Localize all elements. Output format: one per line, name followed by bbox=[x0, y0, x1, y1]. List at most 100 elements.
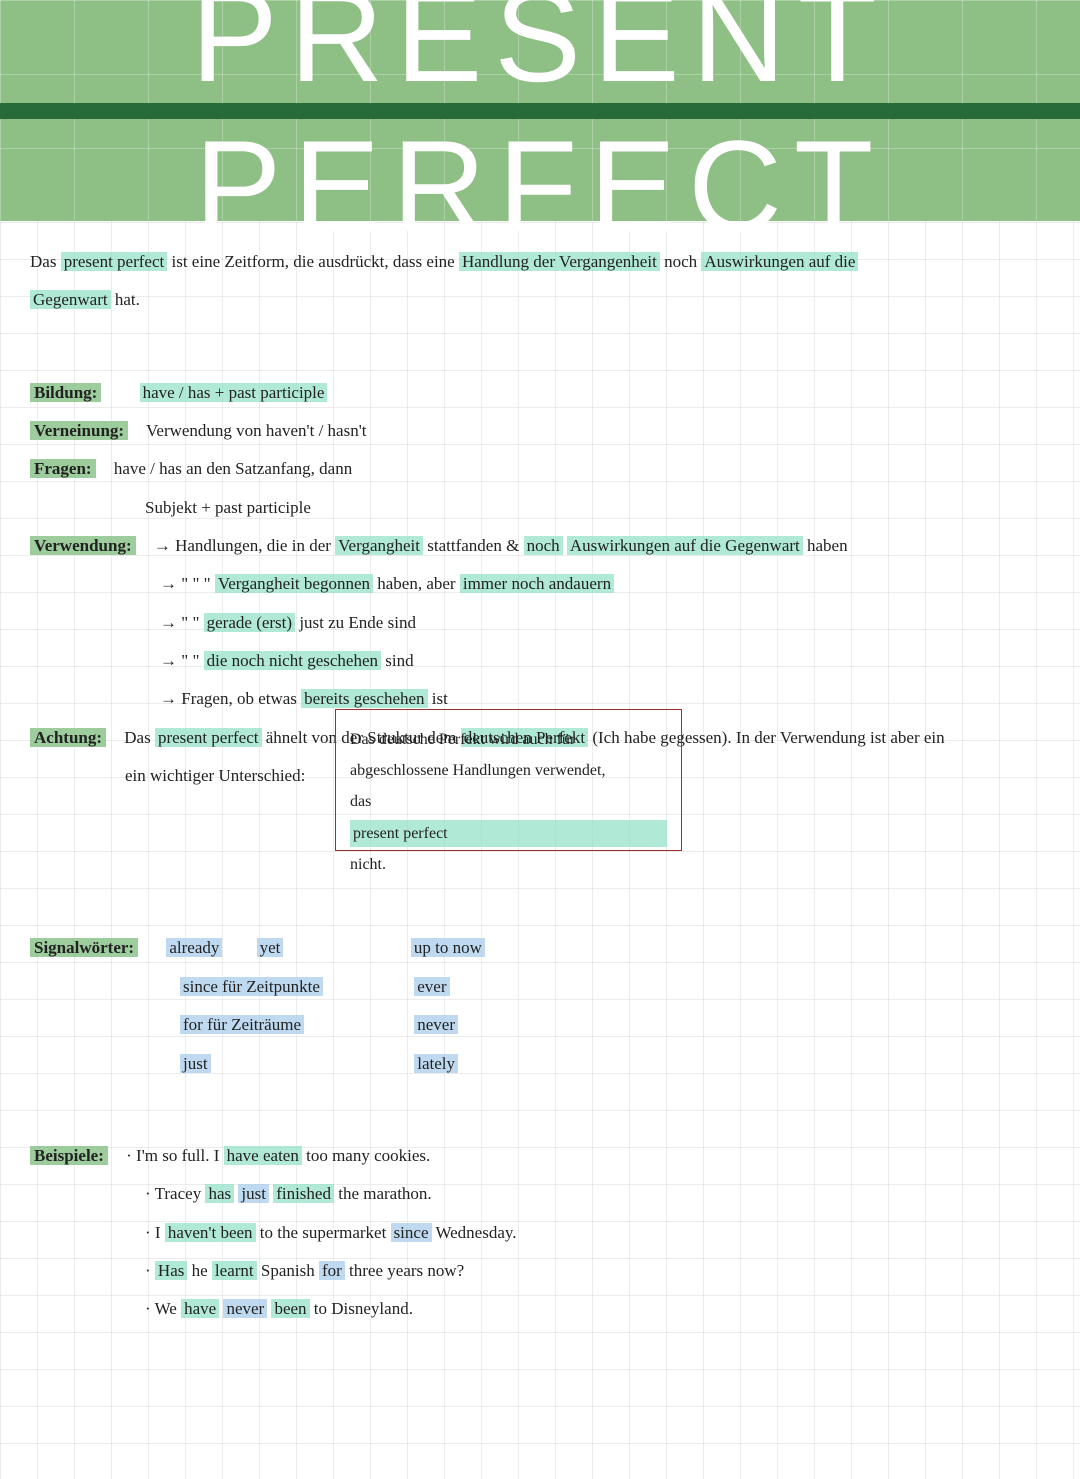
text: Spanish bbox=[261, 1261, 315, 1280]
text: just zu Ende sind bbox=[299, 613, 416, 632]
signal-word: already bbox=[166, 938, 222, 957]
fragen-2: Subjekt + past participle bbox=[145, 495, 1050, 521]
text: the marathon. bbox=[338, 1184, 431, 1203]
hl: have / has + past participle bbox=[140, 383, 328, 402]
verneinung: Verneinung: Verwendung von haven't / has… bbox=[30, 418, 1050, 444]
text: stattfanden & bbox=[427, 536, 519, 555]
text: ein wichtiger Unterschied: bbox=[125, 766, 305, 785]
text: abgeschlossene Handlungen verwendet, bbox=[350, 757, 667, 784]
text: ist bbox=[432, 689, 448, 708]
text: → Fragen, ob etwas bbox=[160, 689, 297, 708]
signal-word: never bbox=[414, 1015, 458, 1034]
signal-word: since für Zeitpunkte bbox=[180, 977, 323, 996]
section-label: Verwendung: bbox=[30, 536, 136, 555]
hl: bereits geschehen bbox=[301, 689, 427, 708]
signal-row-4: just lately bbox=[30, 1051, 1050, 1077]
text: → " " bbox=[160, 651, 199, 670]
beispiel-4: · Has he learnt Spanish for three years … bbox=[145, 1258, 1050, 1284]
signal-row-2: since für Zeitpunkte ever bbox=[30, 974, 1050, 1000]
hl: Auswirkungen auf die bbox=[701, 252, 858, 271]
text: · I'm so full. I bbox=[126, 1146, 219, 1165]
hl: Handlung der Vergangenheit bbox=[459, 252, 660, 271]
text: noch bbox=[664, 252, 697, 271]
text: das present perfect nicht. bbox=[350, 788, 667, 878]
hl: Vergangheit bbox=[335, 536, 423, 555]
text: → " " bbox=[160, 613, 199, 632]
text: · I bbox=[145, 1223, 161, 1242]
beispiel-1: Beispiele: · I'm so full. I have eaten t… bbox=[30, 1143, 1050, 1169]
text: → Handlungen, die in der bbox=[154, 536, 331, 555]
hl: die noch nicht geschehen bbox=[204, 651, 381, 670]
hl: has bbox=[205, 1184, 234, 1203]
section-label: Verneinung: bbox=[30, 421, 128, 440]
hl: Auswirkungen auf die Gegenwart bbox=[567, 536, 803, 555]
text: nicht. bbox=[350, 851, 667, 878]
text: he bbox=[192, 1261, 208, 1280]
text: ist eine Zeitform, die ausdrückt, dass e… bbox=[171, 252, 454, 271]
intro-line: Das present perfect ist eine Zeitform, d… bbox=[30, 249, 1050, 275]
hl: never bbox=[223, 1299, 267, 1318]
verwendung-2: → " " " Vergangheit begonnen haben, aber… bbox=[160, 571, 1050, 597]
signal-word: ever bbox=[414, 977, 449, 996]
hl: present perfect bbox=[61, 252, 168, 271]
section-label: Beispiele: bbox=[30, 1146, 108, 1165]
fragen: Fragen: have / has an den Satzanfang, da… bbox=[30, 456, 1050, 482]
hl: Gegenwart bbox=[30, 290, 111, 309]
verwendung-4: → " " die noch nicht geschehen sind bbox=[160, 648, 1050, 674]
text: hat. bbox=[115, 290, 140, 309]
text: · bbox=[145, 1261, 151, 1280]
text: Verwendung von haven't / hasn't bbox=[146, 421, 366, 440]
text: Das bbox=[124, 728, 150, 747]
text: Subjekt + past participle bbox=[145, 498, 311, 517]
verwendung-1: Verwendung: → Handlungen, die in der Ver… bbox=[30, 533, 1050, 559]
text: haben, aber bbox=[377, 574, 455, 593]
signal-word: just bbox=[180, 1054, 211, 1073]
signal-row-1: Signalwörter: already yet up to now bbox=[30, 935, 1050, 961]
text: to the supermarket bbox=[260, 1223, 387, 1242]
signal-word: for für Zeiträume bbox=[180, 1015, 304, 1034]
hl: gerade (erst) bbox=[204, 613, 295, 632]
hl: Has bbox=[155, 1261, 187, 1280]
text: haben bbox=[807, 536, 848, 555]
text: to Disneyland. bbox=[314, 1299, 413, 1318]
hl: immer noch andauern bbox=[460, 574, 614, 593]
section-label: Fragen: bbox=[30, 459, 96, 478]
signal-word: up to now bbox=[411, 938, 485, 957]
hl: present perfect bbox=[350, 820, 667, 847]
text: → " " " bbox=[160, 574, 211, 593]
signal-word: yet bbox=[257, 938, 284, 957]
text: Das bbox=[30, 252, 56, 271]
hl: have bbox=[181, 1299, 219, 1318]
hl: since bbox=[391, 1223, 432, 1242]
text: sind bbox=[385, 651, 413, 670]
hl: for bbox=[319, 1261, 345, 1280]
hl: finished bbox=[273, 1184, 334, 1203]
text: das bbox=[350, 788, 667, 815]
beispiel-5: · We have never been to Disneyland. bbox=[145, 1296, 1050, 1322]
section-label: Bildung: bbox=[30, 383, 101, 402]
verwendung-3: → " " gerade (erst) just zu Ende sind bbox=[160, 610, 1050, 636]
hl: haven't been bbox=[165, 1223, 256, 1242]
hl: been bbox=[271, 1299, 309, 1318]
text: Das deutsche Perfekt wird auch für bbox=[350, 726, 667, 753]
hl: noch bbox=[524, 536, 563, 555]
section-label: Achtung: bbox=[30, 728, 106, 747]
text: · Tracey bbox=[145, 1184, 201, 1203]
text: have / has an den Satzanfang, dann bbox=[114, 459, 352, 478]
signal-word: lately bbox=[414, 1054, 458, 1073]
text: · We bbox=[145, 1299, 177, 1318]
banner: PRESENT PERFECT bbox=[0, 0, 1080, 221]
hl: present perfect bbox=[155, 728, 262, 747]
bildung: Bildung: have / has + past participle bbox=[30, 380, 1050, 406]
hl: just bbox=[238, 1184, 269, 1203]
section-label: Signalwörter: bbox=[30, 938, 138, 957]
text: three years now? bbox=[349, 1261, 464, 1280]
beispiel-2: · Tracey has just finished the marathon. bbox=[145, 1181, 1050, 1207]
text: Wednesday. bbox=[435, 1223, 516, 1242]
signal-row-3: for für Zeiträume never bbox=[30, 1012, 1050, 1038]
page-title: PRESENT PERFECT bbox=[0, 0, 1080, 221]
hl: learnt bbox=[212, 1261, 257, 1280]
beispiel-3: · I haven't been to the supermarket sinc… bbox=[145, 1220, 1050, 1246]
intro-line-2: Gegenwart hat. bbox=[30, 287, 1050, 313]
hl: have eaten bbox=[224, 1146, 302, 1165]
